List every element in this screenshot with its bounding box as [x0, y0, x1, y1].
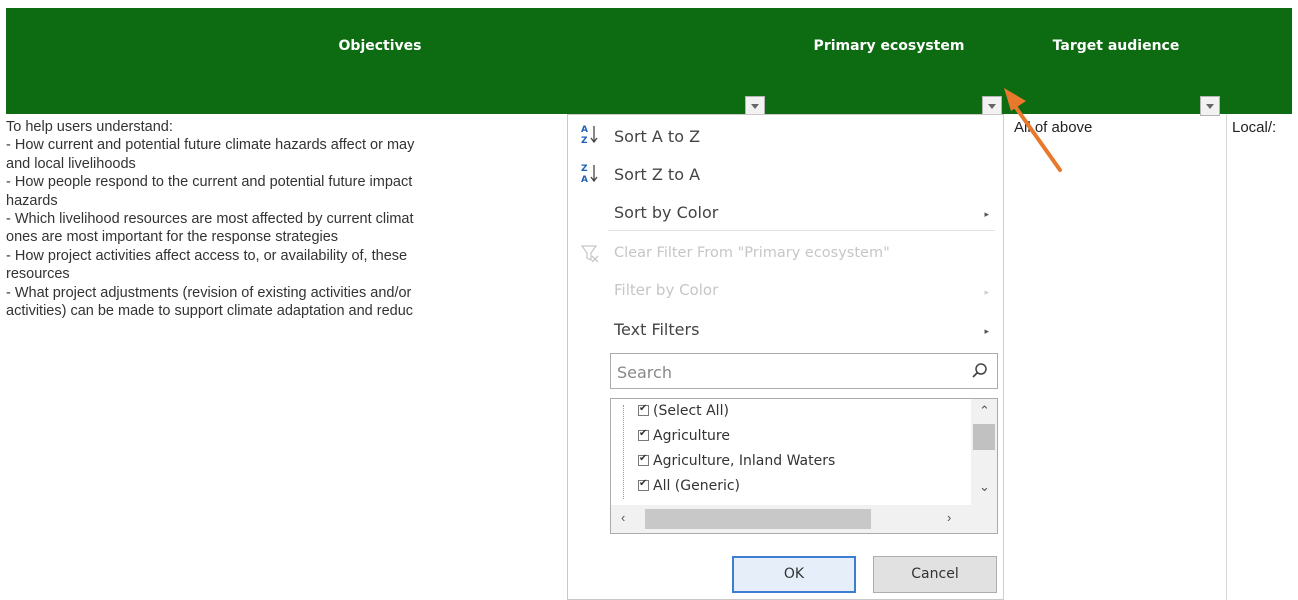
column-header-target-audience[interactable]: Target audience — [1053, 38, 1180, 54]
list-item-agriculture-inland-waters[interactable]: Agriculture, Inland Waters — [638, 453, 835, 475]
sort-ascending-icon: A Z — [581, 125, 598, 145]
svg-text:A: A — [581, 125, 588, 135]
filter-button-objectives[interactable] — [745, 96, 765, 116]
checkbox-checked[interactable] — [638, 428, 649, 441]
menu-sort-a-to-z[interactable]: Sort A to Z — [614, 127, 700, 146]
menu-sort-by-color[interactable]: Sort by Color — [614, 203, 718, 222]
scroll-right-icon[interactable]: › — [947, 510, 951, 525]
chevron-right-icon: ▸ — [984, 326, 989, 336]
vertical-scrollbar[interactable]: ⌃ ⌄ — [971, 399, 997, 505]
svg-text:Z: Z — [581, 164, 588, 174]
chevron-right-icon: ▸ — [984, 287, 989, 297]
search-input[interactable] — [615, 360, 959, 384]
list-item-select-all[interactable]: (Select All) — [638, 403, 729, 425]
cancel-button[interactable]: Cancel — [873, 556, 997, 593]
menu-sort-z-to-a[interactable]: Sort Z to A — [614, 165, 700, 184]
list-item-agriculture[interactable]: Agriculture — [638, 428, 730, 450]
menu-filter-by-color: Filter by Color — [614, 281, 719, 299]
search-icon[interactable] — [971, 362, 989, 380]
column-gridline — [1226, 114, 1227, 600]
horizontal-scrollbar[interactable]: ‹ › — [611, 505, 997, 533]
vertical-scroll-thumb[interactable] — [973, 424, 995, 450]
horizontal-scroll-thumb[interactable] — [645, 509, 871, 529]
column-header-row: Objectives Primary ecosystem Target audi… — [6, 8, 1292, 116]
ok-button[interactable]: OK — [732, 556, 856, 593]
scroll-left-icon[interactable]: ‹ — [621, 510, 625, 525]
menu-separator — [608, 230, 995, 231]
list-item-label: All (Generic) — [653, 478, 741, 494]
search-box — [610, 353, 998, 389]
list-item-label: Agriculture — [653, 428, 730, 444]
scroll-down-icon[interactable]: ⌄ — [979, 479, 990, 495]
column-header-objectives[interactable]: Objectives — [339, 38, 422, 54]
column-header-primary-ecosystem[interactable]: Primary ecosystem — [814, 38, 965, 54]
checkbox-checked[interactable] — [638, 453, 649, 466]
svg-text:A: A — [581, 175, 588, 184]
filter-button-primary-ecosystem[interactable] — [982, 96, 1002, 116]
next-column-cell[interactable]: Local/: — [1232, 119, 1276, 136]
scroll-up-icon[interactable]: ⌃ — [979, 403, 990, 419]
filter-value-list: (Select All) Agriculture Agriculture, In… — [610, 398, 998, 534]
checkbox-checked[interactable] — [638, 478, 649, 491]
menu-text-filters[interactable]: Text Filters — [614, 320, 699, 339]
list-item-all-generic[interactable]: All (Generic) — [638, 478, 740, 500]
sort-descending-icon: Z A — [581, 164, 598, 184]
clear-filter-icon — [580, 245, 599, 263]
list-item-label: (Select All) — [653, 403, 729, 419]
objectives-cell[interactable]: To help users understand: - How current … — [6, 118, 568, 320]
checkbox-checked[interactable] — [638, 403, 649, 416]
list-item-label: Agriculture, Inland Waters — [653, 453, 836, 469]
svg-text:Z: Z — [581, 136, 588, 145]
menu-clear-filter: Clear Filter From "Primary ecosystem" — [614, 245, 890, 261]
filter-dropdown-menu: A Z Sort A to Z Z A Sort Z to A Sort by … — [567, 114, 1004, 600]
tree-connector — [623, 405, 625, 499]
arrow-annotation-icon — [1004, 88, 1062, 172]
filter-button-target-audience[interactable] — [1200, 96, 1220, 116]
chevron-right-icon: ▸ — [984, 209, 989, 219]
